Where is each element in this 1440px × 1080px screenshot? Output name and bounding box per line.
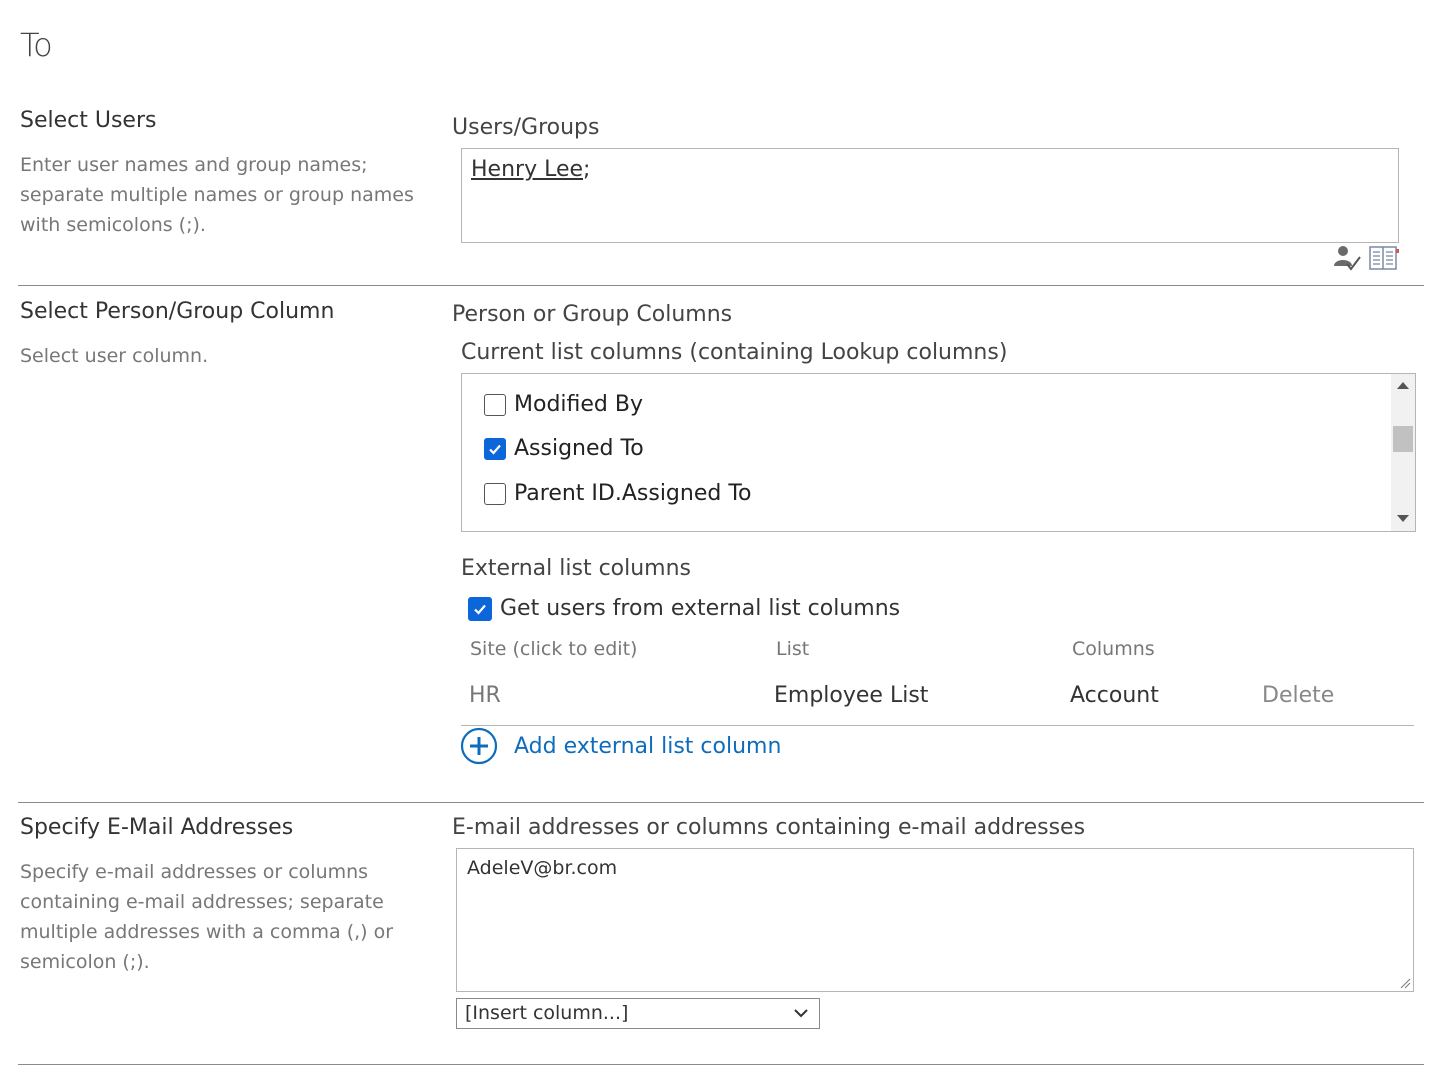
scroll-up-icon[interactable] <box>1397 382 1409 389</box>
checkmark-icon <box>474 604 486 615</box>
current-list-columns-label: Current list columns (containing Lookup … <box>461 340 1008 365</box>
table-cell-list: Employee List <box>774 683 929 708</box>
external-list-columns-label: External list columns <box>461 556 692 581</box>
users-groups-value: Henry Lee; <box>471 157 590 182</box>
add-external-list-column-button[interactable]: Add external list column <box>460 727 781 765</box>
section-divider <box>18 802 1424 803</box>
table-cell-site[interactable]: HR <box>469 683 501 708</box>
select-users-title: Select Users <box>20 108 157 133</box>
table-header-columns: Columns <box>1072 638 1155 660</box>
users-groups-label: Users/Groups <box>452 115 600 140</box>
checkbox-parent-id-assigned-to[interactable] <box>484 482 506 505</box>
check-names-icon[interactable] <box>1332 244 1362 272</box>
checkmark-icon <box>489 444 501 455</box>
list-item-label: Assigned To <box>514 436 644 461</box>
email-field-label: E-mail addresses or columns containing e… <box>452 815 1086 840</box>
list-item[interactable]: Modified By <box>484 392 643 417</box>
name-separator: ; <box>583 157 591 182</box>
insert-column-value: [Insert column...] <box>465 1002 629 1024</box>
external-columns-label: Get users from external list columns <box>500 596 901 621</box>
page-title: To <box>20 26 53 64</box>
checkbox-modified-by[interactable] <box>484 393 506 416</box>
email-title: Specify E-Mail Addresses <box>20 815 294 840</box>
select-users-description: Enter user names and group names; separa… <box>20 154 414 236</box>
checkbox-external-columns[interactable] <box>468 596 492 621</box>
add-external-list-column-label: Add external list column <box>514 733 782 759</box>
current-list-columns-list[interactable]: Modified By Assigned To Parent ID.Assign… <box>461 373 1416 532</box>
resolved-user-henry-lee[interactable]: Henry Lee <box>471 157 583 182</box>
checkbox-assigned-to[interactable] <box>484 437 506 460</box>
list-item-label: Modified By <box>514 392 643 417</box>
section-divider <box>18 1064 1424 1065</box>
scroll-down-icon[interactable] <box>1397 515 1409 522</box>
person-group-columns-label: Person or Group Columns <box>452 302 733 327</box>
users-groups-input[interactable]: Henry Lee; <box>461 148 1399 243</box>
email-addresses-textarea[interactable]: AdeleV@br.com <box>456 848 1414 992</box>
resize-grip-icon[interactable] <box>1399 977 1411 989</box>
table-header-site: Site (click to edit) <box>470 638 638 660</box>
person-group-description: Select user column. <box>20 345 209 367</box>
email-description: Specify e-mail addresses or columns cont… <box>20 861 394 973</box>
email-value: AdeleV@br.com <box>467 857 618 879</box>
section-divider <box>18 285 1424 286</box>
table-header-list: List <box>776 638 810 660</box>
table-row-divider <box>461 725 1414 726</box>
list-item[interactable]: Parent ID.Assigned To <box>484 481 752 506</box>
address-book-icon[interactable] <box>1368 244 1400 272</box>
add-circle-icon <box>460 727 498 765</box>
scroll-thumb[interactable] <box>1393 426 1413 452</box>
list-item-label: Parent ID.Assigned To <box>514 481 752 506</box>
table-cell-column: Account <box>1070 683 1159 708</box>
list-scrollbar[interactable] <box>1391 374 1415 531</box>
delete-row-link[interactable]: Delete <box>1262 683 1334 708</box>
list-item[interactable]: Assigned To <box>484 436 644 461</box>
person-group-title: Select Person/Group Column <box>20 299 335 324</box>
chevron-down-icon <box>794 1009 808 1018</box>
external-columns-toggle[interactable]: Get users from external list columns <box>468 596 900 621</box>
insert-column-select[interactable]: [Insert column...] <box>456 998 820 1029</box>
